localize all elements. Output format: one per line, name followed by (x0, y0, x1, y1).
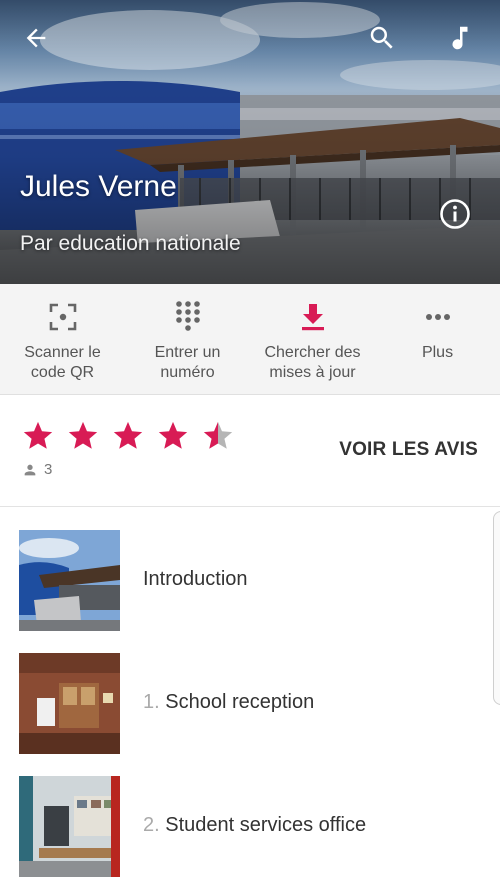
more-label: Plus (421, 344, 454, 361)
more-dots-icon (425, 300, 451, 334)
list-item-number: 1. (143, 691, 160, 713)
list-item-title: 1. School reception (143, 691, 314, 714)
list-item[interactable]: Introduction (0, 530, 480, 632)
person-icon (24, 464, 36, 475)
thumbnail-image (19, 530, 120, 631)
enter-number-label: Entrer un numéro (154, 344, 221, 381)
star-full-icon (23, 421, 53, 449)
dial-pad-icon (175, 300, 201, 334)
star-full-icon (113, 421, 143, 449)
qr-scan-icon (48, 300, 78, 334)
more-button[interactable]: Plus (375, 284, 500, 394)
star-full-icon (158, 421, 188, 449)
scrollbar[interactable] (493, 511, 500, 705)
list-item-title: 2. Student services office (143, 814, 366, 837)
page-title: Jules Verne (20, 170, 177, 203)
publisher-subtitle: Par education nationale (20, 232, 241, 255)
enter-number-button[interactable]: Entrer un numéro (125, 284, 250, 394)
list-item[interactable]: 1. School reception (0, 653, 480, 755)
hero-banner: Jules Verne Par education nationale (0, 0, 500, 284)
list-item-number: 2. (143, 814, 160, 836)
thumbnail-image (19, 653, 120, 754)
thumbnail-image (19, 776, 120, 877)
reviewer-count: 3 (22, 461, 52, 478)
list-item[interactable]: 2. Student services office (0, 776, 480, 878)
back-arrow-icon[interactable] (18, 20, 54, 56)
info-icon[interactable] (438, 197, 472, 231)
star-full-icon (68, 421, 98, 449)
action-bar: Scanner le code QR Entrer un numéro Cher… (0, 284, 500, 395)
check-updates-button[interactable]: Chercher des mises à jour (250, 284, 375, 394)
music-note-icon[interactable] (442, 20, 478, 56)
see-reviews-button[interactable]: VOIR LES AVIS (339, 439, 478, 461)
scan-qr-button[interactable]: Scanner le code QR (0, 284, 125, 394)
star-rating (20, 419, 236, 453)
star-half-icon (203, 421, 233, 449)
list-item-label: Introduction (143, 568, 248, 590)
list-item-title: Introduction (143, 568, 248, 591)
list-item-label: Student services office (165, 814, 367, 836)
search-icon[interactable] (364, 20, 400, 56)
download-icon (300, 300, 326, 334)
rating-section: 3 VOIR LES AVIS (0, 395, 500, 507)
list-item-label: School reception (165, 691, 315, 713)
reviewer-count-value: 3 (44, 461, 53, 478)
scan-qr-label: Scanner le code QR (24, 344, 101, 381)
check-updates-label: Chercher des mises à jour (264, 344, 361, 381)
